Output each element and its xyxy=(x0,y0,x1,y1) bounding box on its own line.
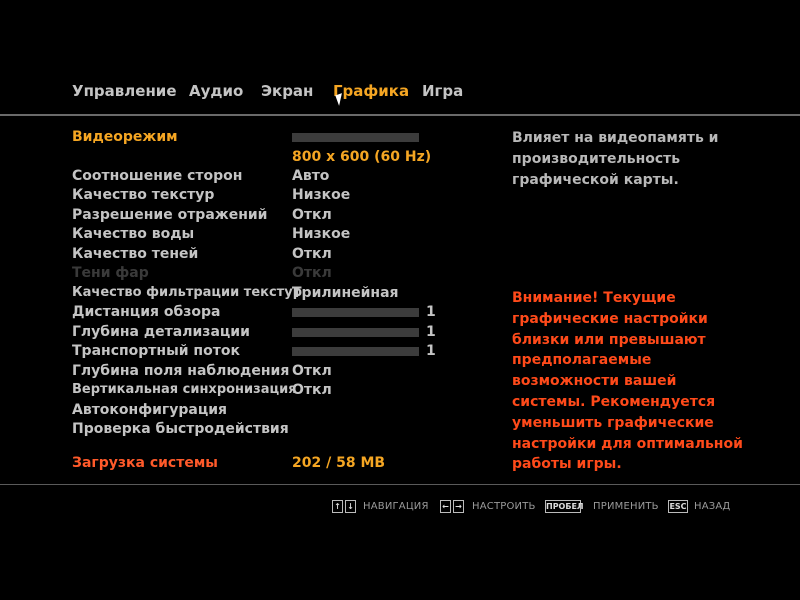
view-distance-slider[interactable] xyxy=(292,308,419,317)
setting-value: Низкое xyxy=(292,226,351,242)
setting-auto-config[interactable]: Автоконфигурация xyxy=(72,402,472,421)
detail-distance-slider[interactable] xyxy=(292,328,419,337)
arrow-up-key-icon: ↑ xyxy=(332,500,343,513)
video-mode-value: 800 x 600 (60 Hz) xyxy=(292,149,432,165)
arrow-down-key-icon: ↓ xyxy=(345,500,356,513)
setting-value: Низкое xyxy=(292,187,351,203)
setting-view-distance[interactable]: Дистанция обзора 1 xyxy=(72,304,472,323)
apply-hint-label: ПРИМЕНИТЬ xyxy=(593,501,659,512)
setting-video-mode-value-row: 800 x 600 (60 Hz) xyxy=(72,149,472,168)
setting-headlight-shadows: Тени фар Откл xyxy=(72,265,472,284)
adjust-hint-label: НАСТРОИТЬ xyxy=(472,501,536,512)
setting-label: Качество воды xyxy=(72,226,195,242)
tab-display[interactable]: Экран xyxy=(261,82,313,100)
setting-water-quality[interactable]: Качество воды Низкое xyxy=(72,226,472,245)
setting-label: Качество фильтрации текстур xyxy=(72,285,303,300)
setting-label: Видеорежим xyxy=(72,129,178,145)
setting-label: Разрешение отражений xyxy=(72,207,268,223)
system-load-label: Загрузка системы xyxy=(72,455,218,471)
setting-detail-distance[interactable]: Глубина детализации 1 xyxy=(72,324,472,343)
video-mode-slider[interactable] xyxy=(292,133,419,142)
setting-aspect-ratio[interactable]: Соотношение сторон Авто xyxy=(72,168,472,187)
vehicle-density-slider[interactable] xyxy=(292,347,419,356)
setting-value: Откл xyxy=(292,363,332,379)
setting-reflection-resolution[interactable]: Разрешение отражений Откл xyxy=(72,207,472,226)
setting-label: Глубина детализации xyxy=(72,324,250,340)
setting-value: Трилинейная xyxy=(292,285,399,301)
esc-key-icon: ESC xyxy=(668,500,688,513)
nav-hint-label: НАВИГАЦИЯ xyxy=(363,501,429,512)
setting-value: Откл xyxy=(292,246,332,262)
warning-message: Внимание! Текущие графические настройки … xyxy=(512,290,743,473)
tab-graphics[interactable]: Графика xyxy=(333,82,409,100)
setting-value: Откл xyxy=(292,207,332,223)
setting-label: Соотношение сторон xyxy=(72,168,243,184)
setting-shadow-quality[interactable]: Качество теней Откл xyxy=(72,246,472,265)
setting-benchmark[interactable]: Проверка быстродействия xyxy=(72,421,472,440)
setting-texture-quality[interactable]: Качество текстур Низкое xyxy=(72,187,472,206)
tab-controls[interactable]: Управление xyxy=(72,82,177,100)
setting-video-mode[interactable]: Видеорежим xyxy=(72,129,472,148)
system-load-value: 202 / 58 MB xyxy=(292,455,386,471)
system-load-row: Загрузка системы 202 / 58 MB xyxy=(72,455,472,474)
slider-value: 1 xyxy=(426,324,436,340)
setting-label: Качество текстур xyxy=(72,187,215,203)
tab-game[interactable]: Игра xyxy=(422,82,463,100)
slider-value: 1 xyxy=(426,304,436,320)
setting-value: Авто xyxy=(292,168,330,184)
setting-label: Тени фар xyxy=(72,265,149,281)
setting-value: Откл xyxy=(292,382,332,398)
benchmark-button[interactable]: Проверка быстродействия xyxy=(72,421,289,437)
setting-depth-of-field[interactable]: Глубина поля наблюдения Откл xyxy=(72,363,472,382)
setting-texture-filtering[interactable]: Качество фильтрации текстур Трилинейная xyxy=(72,285,472,304)
auto-config-button[interactable]: Автоконфигурация xyxy=(72,402,227,418)
setting-label: Качество теней xyxy=(72,246,199,262)
space-key-icon: ПРОБЕЛ xyxy=(545,500,584,513)
setting-value: Откл xyxy=(292,265,332,281)
setting-vehicle-density[interactable]: Транспортный поток 1 xyxy=(72,343,472,362)
setting-label: Дистанция обзора xyxy=(72,304,221,320)
back-hint-label: НАЗАД xyxy=(694,501,731,512)
setting-label: Глубина поля наблюдения xyxy=(72,363,290,379)
setting-label: Транспортный поток xyxy=(72,343,240,359)
setting-vsync[interactable]: Вертикальная синхронизация Откл xyxy=(72,382,472,401)
setting-description: Влияет на видеопамять и производительнос… xyxy=(512,130,719,188)
arrow-left-key-icon: ← xyxy=(440,500,451,513)
arrow-right-key-icon: → xyxy=(453,500,464,513)
tab-audio[interactable]: Аудио xyxy=(189,82,243,100)
divider-top xyxy=(0,114,800,116)
setting-label: Вертикальная синхронизация xyxy=(72,382,297,397)
slider-value: 1 xyxy=(426,343,436,359)
divider-bottom xyxy=(0,484,800,485)
